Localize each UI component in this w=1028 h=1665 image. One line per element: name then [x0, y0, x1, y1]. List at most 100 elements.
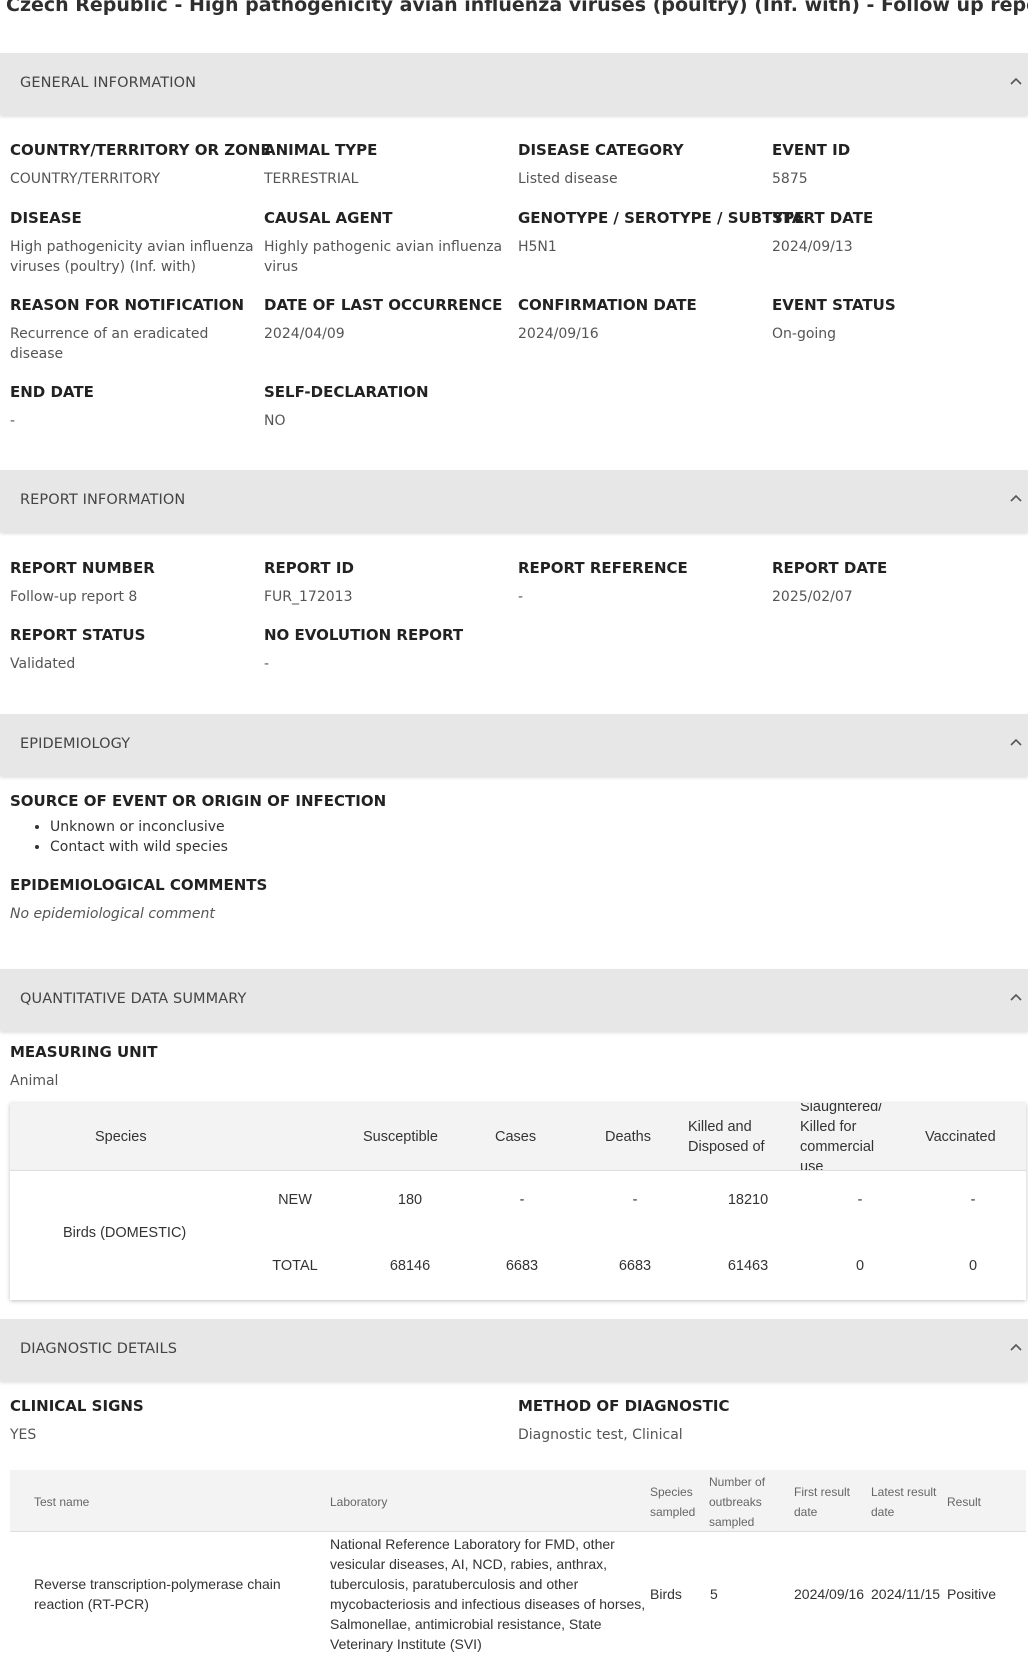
col-outbreaks-sampled: Number of outbreaks sampled	[709, 1472, 765, 1532]
field-epi-comments: EPIDEMIOLOGICAL COMMENTS No epidemiologi…	[10, 876, 267, 924]
field-value: 2024/09/16	[518, 326, 599, 342]
species-cell: Birds (DOMESTIC)	[63, 1225, 187, 1241]
field-reason: REASON FOR NOTIFICATION Recurrence of an…	[10, 296, 245, 364]
field-disease: DISEASE High pathogenicity avian influen…	[10, 209, 255, 277]
header-line: Latest result	[871, 1485, 937, 1499]
field-label: CONFIRMATION DATE	[518, 296, 697, 314]
field-value: Listed disease	[518, 171, 618, 187]
field-value: No epidemiological comment	[10, 906, 215, 922]
chevron-up-icon[interactable]	[1008, 989, 1024, 1005]
list-item: Contact with wild species	[50, 838, 228, 856]
field-end-date: END DATE -	[10, 383, 94, 431]
cell-killed: 18210	[727, 1192, 769, 1208]
field-confirmation-date: CONFIRMATION DATE 2024/09/16	[518, 296, 697, 344]
field-label: DISEASE	[10, 209, 82, 227]
field-causal-agent: CAUSAL AGENT Highly pathogenic avian inf…	[264, 209, 509, 277]
cell-test-name: Reverse transcription-polymerase chain r…	[34, 1574, 281, 1614]
col-slaughtered: Slaughtered/ Killed for commercial use	[800, 1103, 882, 1170]
chevron-up-icon[interactable]	[1008, 1339, 1024, 1355]
cell-deaths: -	[632, 1192, 638, 1208]
field-source-of-event: SOURCE OF EVENT OR ORIGIN OF INFECTION	[10, 792, 386, 810]
field-genotype: GENOTYPE / SEROTYPE / SUBTYPE H5N1	[518, 209, 804, 257]
cell-line: mycobacteriosis and infectious diseases …	[330, 1596, 646, 1612]
field-report-id: REPORT ID FUR_172013	[264, 559, 354, 607]
quantitative-table: Species Susceptible Cases Deaths Killed …	[10, 1103, 1026, 1300]
field-label: REPORT STATUS	[10, 626, 146, 644]
section-epidemiology[interactable]: EPIDEMIOLOGY	[0, 714, 1028, 776]
cell-line: reaction (RT-PCR)	[34, 1596, 149, 1612]
header-line: sampled	[709, 1515, 755, 1529]
field-value: Validated	[10, 656, 76, 672]
source-list: Unknown or inconclusive Contact with wil…	[50, 818, 228, 858]
cell-outbreaks-sampled: 5	[710, 1586, 718, 1602]
list-item: Unknown or inconclusive	[50, 818, 228, 836]
row-type: NEW	[278, 1192, 312, 1208]
field-label: REASON FOR NOTIFICATION	[10, 296, 245, 314]
field-measuring-unit: MEASURING UNIT Animal	[10, 1043, 158, 1091]
field-label: SELF-DECLARATION	[264, 383, 429, 401]
cell-vaccinated: 0	[968, 1258, 978, 1274]
header-line: date	[794, 1505, 818, 1519]
table-header: Species Susceptible Cases Deaths Killed …	[10, 1103, 1026, 1171]
cell-line: Reverse transcription-polymerase chain	[34, 1576, 281, 1592]
col-test-name: Test name	[34, 1495, 90, 1509]
header-line: First result	[794, 1485, 851, 1499]
field-value: Highly pathogenic avian influenza virus	[264, 239, 503, 275]
cell-cases: 6683	[505, 1258, 539, 1274]
col-deaths: Deaths	[605, 1129, 651, 1145]
field-self-declaration: SELF-DECLARATION NO	[264, 383, 429, 431]
field-value: 2024/09/13	[772, 239, 853, 255]
field-value: -	[10, 413, 16, 429]
chevron-up-icon[interactable]	[1008, 73, 1024, 89]
section-report-information[interactable]: REPORT INFORMATION	[0, 470, 1028, 532]
field-start-date: START DATE 2024/09/13	[772, 209, 873, 257]
cell-slaughtered: -	[857, 1192, 863, 1208]
chevron-up-icon[interactable]	[1008, 734, 1024, 750]
field-animal-type: ANIMAL TYPE TERRESTRIAL	[264, 141, 377, 189]
cell-line: Salmonellae, antimicrobial resistance, S…	[330, 1616, 602, 1632]
header-line: Killed and	[688, 1119, 752, 1135]
header-line: sampled	[650, 1505, 696, 1519]
cell-cases: -	[519, 1192, 525, 1208]
col-susceptible: Susceptible	[363, 1129, 438, 1145]
field-label: EVENT STATUS	[772, 296, 896, 314]
section-diagnostic-details[interactable]: DIAGNOSTIC DETAILS	[0, 1319, 1028, 1381]
table-header: Test name Laboratory Species sampled Num…	[10, 1470, 1026, 1532]
section-title: EPIDEMIOLOGY	[20, 736, 131, 752]
section-title: DIAGNOSTIC DETAILS	[20, 1341, 178, 1357]
field-no-evolution: NO EVOLUTION REPORT -	[264, 626, 463, 674]
field-label: CLINICAL SIGNS	[10, 1397, 144, 1415]
field-label: REPORT ID	[264, 559, 354, 577]
field-country: COUNTRY/TERRITORY OR ZONE COUNTRY/TERRIT…	[10, 141, 271, 189]
chevron-up-icon[interactable]	[1008, 490, 1024, 506]
field-value: -	[264, 656, 270, 672]
field-label: METHOD OF DIAGNOSTIC	[518, 1397, 730, 1415]
field-last-occurrence: DATE OF LAST OCCURRENCE 2024/04/09	[264, 296, 502, 344]
field-label: GENOTYPE / SEROTYPE / SUBTYPE	[518, 209, 805, 227]
field-report-reference: REPORT REFERENCE -	[518, 559, 688, 607]
col-species: Species	[95, 1129, 147, 1145]
field-value: YES	[10, 1427, 37, 1443]
field-label: REPORT DATE	[772, 559, 888, 577]
col-vaccinated: Vaccinated	[925, 1129, 996, 1145]
col-laboratory: Laboratory	[330, 1495, 388, 1509]
field-event-status: EVENT STATUS On-going	[772, 296, 896, 344]
field-label: REPORT NUMBER	[10, 559, 155, 577]
field-label: REPORT REFERENCE	[518, 559, 688, 577]
field-value: H5N1	[518, 239, 557, 255]
header-line: outbreaks	[709, 1495, 762, 1509]
field-value: Diagnostic test, Clinical	[518, 1427, 683, 1443]
section-general-information[interactable]: GENERAL INFORMATION	[0, 53, 1028, 115]
cell-latest-result-date: 2024/11/15	[871, 1586, 941, 1602]
section-quantitative-data[interactable]: QUANTITATIVE DATA SUMMARY	[0, 969, 1028, 1031]
cell-line: Veterinary Institute (SVI)	[330, 1636, 482, 1652]
cell-line: tuberculosis, paratuberculosis and other	[330, 1576, 579, 1592]
cell-line: National Reference Laboratory for FMD, o…	[330, 1536, 615, 1552]
field-value: TERRESTRIAL	[264, 171, 359, 187]
field-report-date: REPORT DATE 2025/02/07	[772, 559, 887, 607]
row-type: TOTAL	[272, 1258, 318, 1274]
cell-deaths: 6683	[618, 1258, 652, 1274]
col-killed: Killed and Disposed of	[688, 1117, 765, 1157]
field-value: 2024/04/09	[264, 326, 345, 342]
field-value: 5875	[772, 171, 808, 187]
